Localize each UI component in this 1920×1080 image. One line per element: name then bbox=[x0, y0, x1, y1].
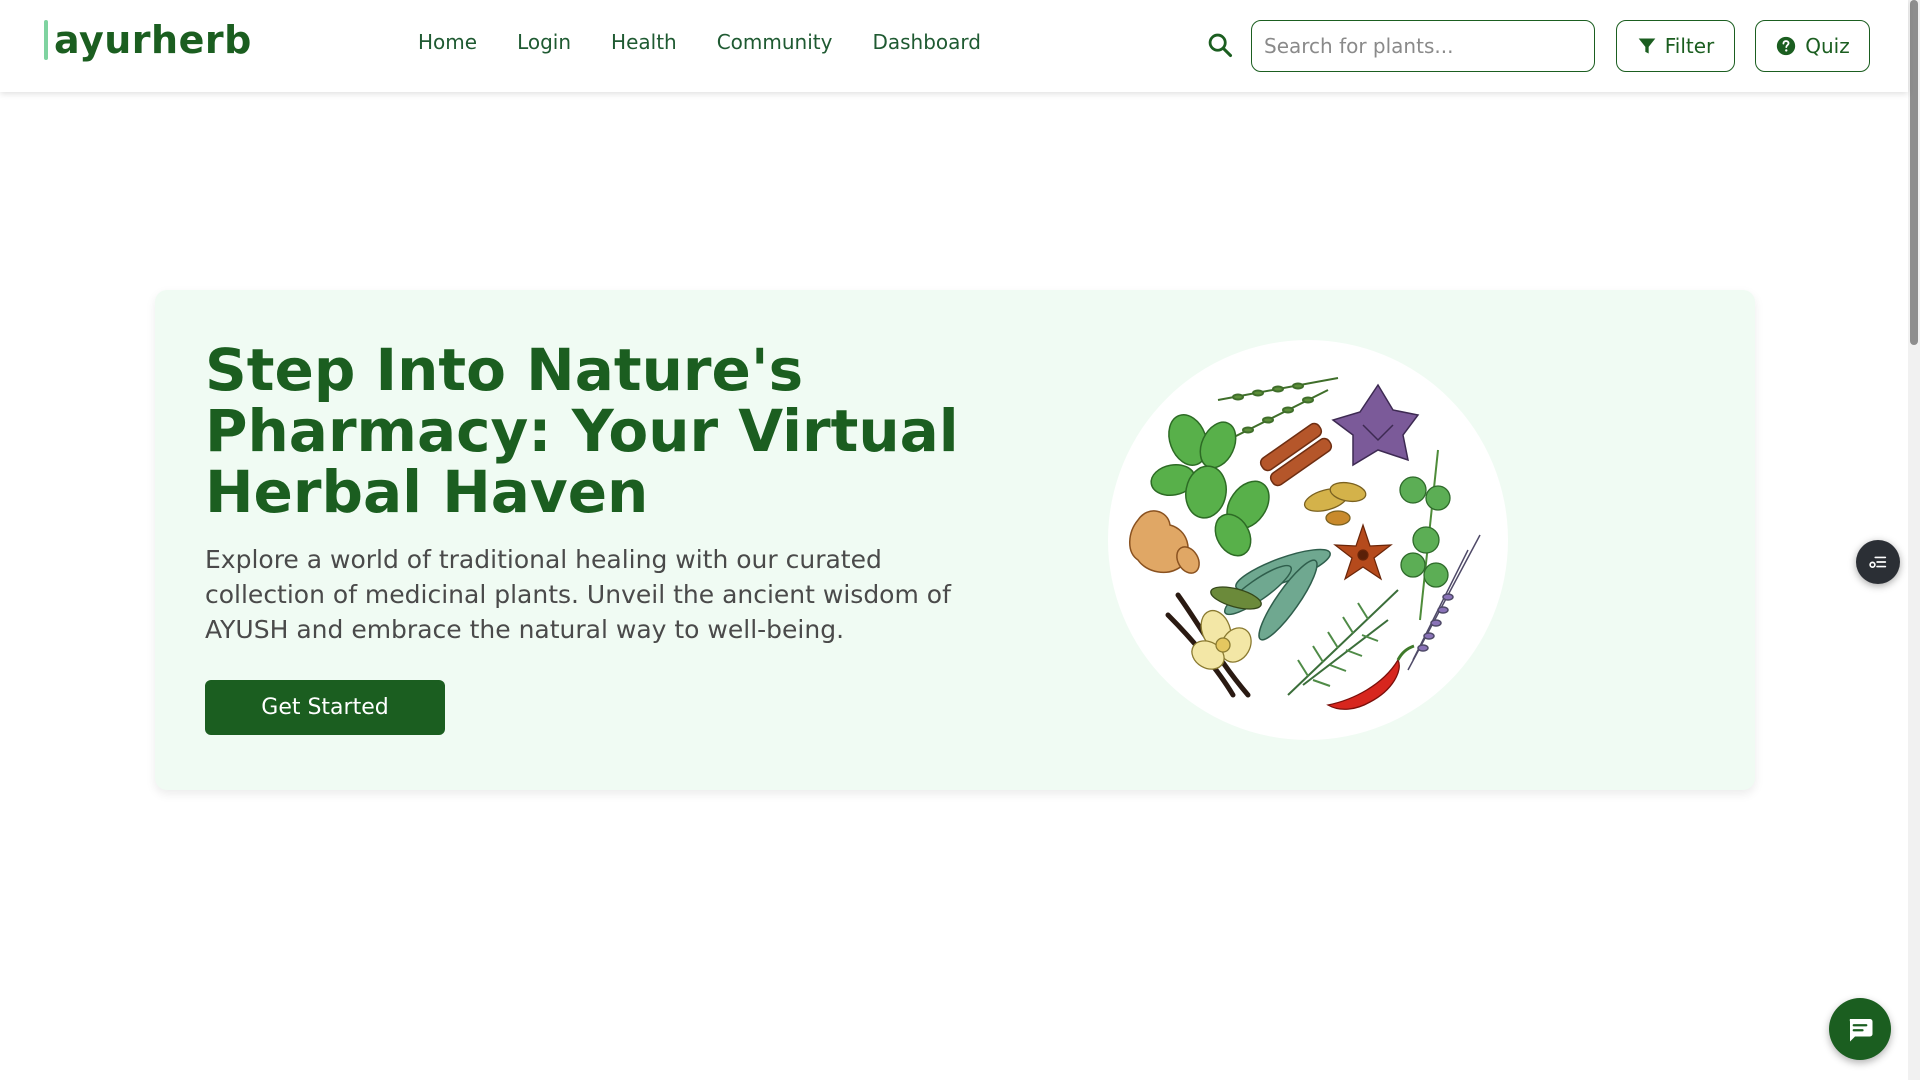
filter-button[interactable]: Filter bbox=[1616, 20, 1735, 72]
main-nav: Home Login Health Community Dashboard bbox=[418, 30, 981, 54]
hero-description: Explore a world of traditional healing w… bbox=[205, 545, 951, 644]
quiz-button[interactable]: Quiz bbox=[1755, 20, 1870, 72]
nav-community[interactable]: Community bbox=[717, 30, 833, 54]
get-started-button[interactable]: Get Started bbox=[205, 680, 445, 735]
nav-home[interactable]: Home bbox=[418, 30, 477, 54]
nav-dashboard[interactable]: Dashboard bbox=[872, 30, 981, 54]
help-circle-icon bbox=[1777, 36, 1796, 56]
chat-icon bbox=[1849, 1019, 1873, 1042]
nav-health[interactable]: Health bbox=[611, 30, 677, 54]
page-scrollbar[interactable] bbox=[1908, 0, 1920, 1080]
search-input[interactable] bbox=[1251, 20, 1595, 72]
nav-login[interactable]: Login bbox=[517, 30, 571, 54]
quiz-button-label: Quiz bbox=[1805, 34, 1850, 58]
filter-icon bbox=[1638, 38, 1656, 54]
settings-list-icon bbox=[1869, 556, 1887, 568]
herbs-illustration bbox=[1108, 340, 1508, 740]
search-icon[interactable] bbox=[1206, 31, 1234, 59]
logo-text[interactable]: ayurherb bbox=[54, 18, 252, 62]
hero-card: Step Into Nature's Pharmacy: Your Virtua… bbox=[155, 290, 1755, 790]
side-float-button[interactable] bbox=[1856, 540, 1900, 584]
hero-title: Step Into Nature's Pharmacy: Your Virtua… bbox=[205, 336, 959, 526]
herbs-illustration-graphic bbox=[1129, 377, 1481, 710]
filter-button-label: Filter bbox=[1664, 34, 1715, 58]
scrollbar-thumb[interactable] bbox=[1910, 0, 1918, 345]
logo[interactable]: ayurherb bbox=[44, 18, 252, 62]
logo-accent-bar bbox=[44, 20, 48, 60]
site-header: ayurherb Home Login Health Community Das… bbox=[0, 0, 1908, 92]
chat-button[interactable] bbox=[1829, 998, 1891, 1060]
